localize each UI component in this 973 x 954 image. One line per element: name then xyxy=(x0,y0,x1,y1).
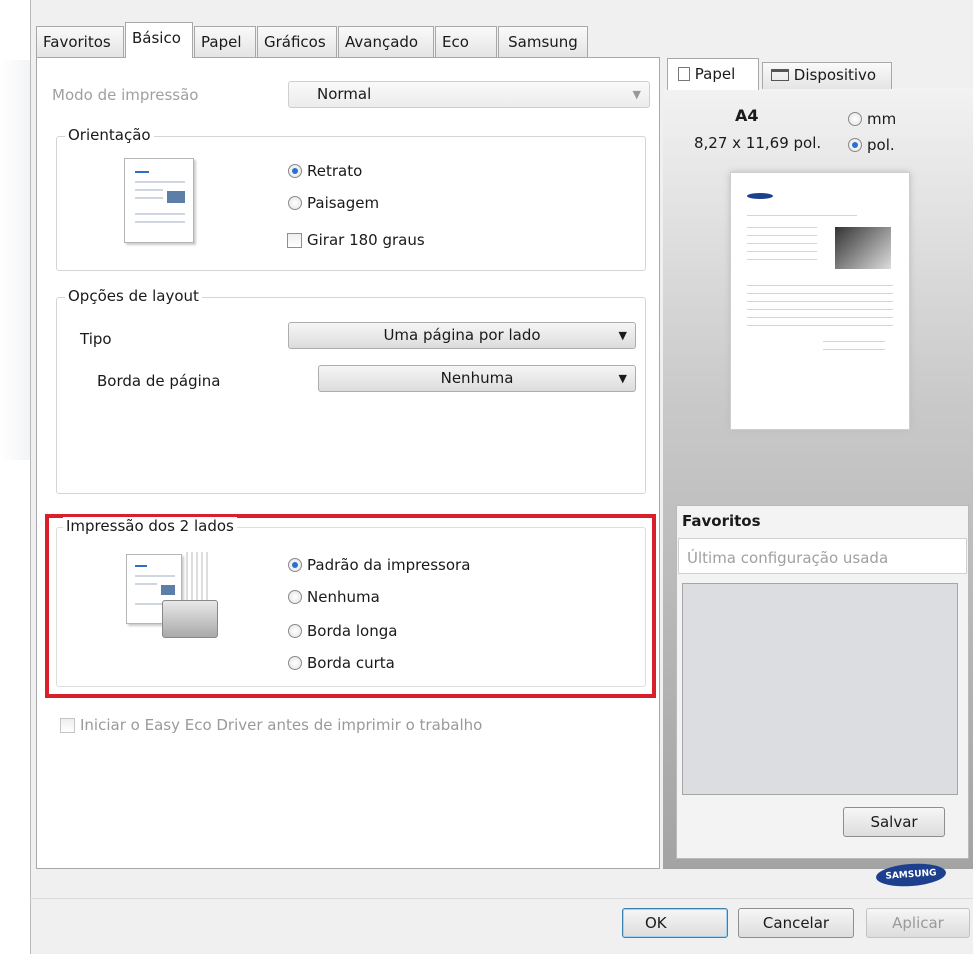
radio-selected-icon xyxy=(288,164,302,178)
tab-favoritos[interactable]: Favoritos xyxy=(36,26,124,57)
paper-size: A4 xyxy=(735,106,759,125)
layout-options-title: Opções de layout xyxy=(65,287,202,305)
apply-button[interactable]: Aplicar xyxy=(866,908,970,938)
duplex-short-edge-radio[interactable]: Borda curta xyxy=(288,654,395,672)
printer-icon xyxy=(162,600,218,638)
duplex-default-radio[interactable]: Padrão da impressora xyxy=(288,556,470,574)
page-preview xyxy=(730,172,910,430)
radio-icon xyxy=(848,112,862,126)
rotate-checkbox[interactable]: Girar 180 graus xyxy=(287,231,425,249)
print-mode-label: Modo de impressão xyxy=(52,86,199,104)
landscape-label: Paisagem xyxy=(307,194,380,212)
unit-mm-label: mm xyxy=(867,110,897,128)
paper-dimensions: 8,27 x 11,69 pol. xyxy=(694,134,822,152)
page-border-label: Borda de página xyxy=(97,372,221,390)
rotate-label: Girar 180 graus xyxy=(307,231,425,249)
chevron-down-icon: ▼ xyxy=(618,372,627,385)
cancel-button[interactable]: Cancelar xyxy=(738,908,854,938)
layout-type-label: Tipo xyxy=(80,330,112,348)
portrait-label: Retrato xyxy=(307,162,363,180)
checkbox-icon xyxy=(60,717,75,733)
print-mode-value: Normal xyxy=(317,85,372,103)
favorites-input[interactable]: Última configuração usada xyxy=(678,538,967,574)
print-mode-combo[interactable]: Normal ▼ xyxy=(288,81,650,108)
tab-avancado[interactable]: Avançado xyxy=(338,26,434,57)
radio-icon xyxy=(288,590,302,604)
radio-selected-icon xyxy=(848,138,862,152)
portrait-radio[interactable]: Retrato xyxy=(288,162,362,180)
portrait-document-icon xyxy=(124,158,194,243)
tab-paper-preview[interactable]: Papel xyxy=(667,58,759,90)
page-icon xyxy=(678,67,690,81)
tab-paper-label: Papel xyxy=(694,65,736,83)
duplex-default-label: Padrão da impressora xyxy=(307,556,471,574)
tab-device-label: Dispositivo xyxy=(793,66,877,84)
radio-icon xyxy=(288,656,302,670)
eco-driver-label: Iniciar o Easy Eco Driver antes de impri… xyxy=(80,716,483,734)
favorites-list[interactable] xyxy=(682,583,958,795)
layout-type-combo[interactable]: Uma página por lado ▼ xyxy=(288,322,636,349)
page-border-value: Nenhuma xyxy=(440,369,514,387)
preview-photo xyxy=(835,227,891,269)
unit-pol-radio[interactable]: pol. xyxy=(848,136,895,154)
duplex-short-edge-label: Borda curta xyxy=(307,654,395,672)
favorites-title: Favoritos xyxy=(682,512,761,530)
unit-mm-radio[interactable]: mm xyxy=(848,110,896,128)
chevron-down-icon: ▼ xyxy=(618,329,627,342)
checkbox-icon xyxy=(287,232,302,248)
duplex-long-edge-radio[interactable]: Borda longa xyxy=(288,622,397,640)
ok-button[interactable]: OK xyxy=(622,908,728,938)
tab-graficos[interactable]: Gráficos xyxy=(257,26,337,57)
duplex-long-edge-label: Borda longa xyxy=(307,622,398,640)
tab-papel[interactable]: Papel xyxy=(194,26,256,57)
background-edge xyxy=(0,60,30,460)
samsung-logo-icon xyxy=(747,193,773,199)
duplex-none-radio[interactable]: Nenhuma xyxy=(288,588,380,606)
printer-icon xyxy=(771,69,789,81)
duplex-none-label: Nenhuma xyxy=(307,588,380,606)
save-favorite-button[interactable]: Salvar xyxy=(843,807,945,837)
tab-device[interactable]: Dispositivo xyxy=(762,62,892,89)
tab-eco[interactable]: Eco xyxy=(435,26,497,57)
eco-driver-checkbox[interactable]: Iniciar o Easy Eco Driver antes de impri… xyxy=(60,716,482,734)
radio-icon xyxy=(288,196,302,210)
page-border-combo[interactable]: Nenhuma ▼ xyxy=(318,365,636,392)
layout-type-value: Uma página por lado xyxy=(383,326,541,344)
landscape-radio[interactable]: Paisagem xyxy=(288,194,379,212)
orientation-title: Orientação xyxy=(65,126,154,144)
footer-divider xyxy=(30,898,973,899)
tab-samsung[interactable]: Samsung xyxy=(498,26,588,57)
radio-icon xyxy=(288,624,302,638)
unit-pol-label: pol. xyxy=(867,136,895,154)
radio-selected-icon xyxy=(288,558,302,572)
duplex-title: Impressão dos 2 lados xyxy=(63,517,237,535)
tab-basico[interactable]: Básico xyxy=(125,22,193,58)
chevron-down-icon: ▼ xyxy=(632,88,641,101)
